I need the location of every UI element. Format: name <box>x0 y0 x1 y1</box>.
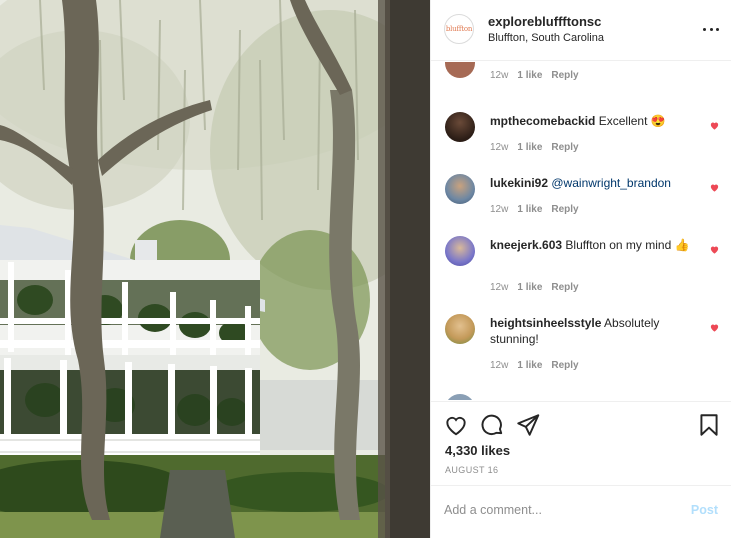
reply-button[interactable]: Reply <box>551 360 578 371</box>
more-options-icon[interactable] <box>703 21 719 37</box>
share-icon[interactable] <box>515 412 541 438</box>
comment-item: heightsinheelsstyle Absolutely stunning!… <box>431 314 731 380</box>
post-date[interactable]: AUGUST 16 <box>445 465 498 475</box>
commenter-username[interactable]: mpthecomebackid <box>490 114 595 128</box>
comment-time[interactable]: 12w <box>490 360 508 371</box>
comment-text: mpthecomebackid Excellent 😍 <box>490 113 702 129</box>
comment-likes[interactable]: 1 like <box>517 70 542 81</box>
reply-button[interactable]: Reply <box>551 282 578 293</box>
comment-likes[interactable]: 1 like <box>517 142 542 153</box>
heart-icon[interactable] <box>443 412 469 438</box>
comment-meta: 12w 1 like Reply <box>490 204 579 215</box>
comment-item: mpthecomebackid Excellent 😍 12w 1 like R… <box>431 112 731 162</box>
bookmark-icon[interactable] <box>696 412 722 438</box>
comment-time[interactable]: 12w <box>490 282 508 293</box>
post-location[interactable]: Bluffton, South Carolina <box>488 32 604 44</box>
comment-meta: 12w 1 like Reply <box>490 282 579 293</box>
like-comment-heart-icon[interactable] <box>709 244 720 255</box>
comment-text: kneejerk.603 Bluffton on my mind 👍 <box>490 237 702 253</box>
comment-composer: Add a comment... Post <box>431 485 731 538</box>
post-header: bluffton explorebluffftonsc Bluffton, So… <box>431 0 731 61</box>
comment-mention-link[interactable]: @wainwright_brandon <box>551 176 671 190</box>
comment-meta: 12w 1 like Reply <box>490 70 579 81</box>
like-comment-heart-icon[interactable] <box>709 120 720 131</box>
commenter-avatar[interactable] <box>445 62 475 78</box>
comments-list[interactable]: 12w 1 like Reply mpthecomebackid Excelle… <box>431 62 731 400</box>
account-avatar[interactable]: bluffton <box>444 14 474 44</box>
comment-text: heightsinheelsstyle Absolutely stunning! <box>490 315 702 347</box>
commenter-avatar[interactable] <box>445 236 475 266</box>
comment-time[interactable]: 12w <box>490 204 508 215</box>
comment-time[interactable]: 12w <box>490 142 508 153</box>
comment-body: Bluffton on my mind 👍 <box>565 238 690 252</box>
comment-item: 12w 1 like Reply <box>431 62 731 94</box>
comment-likes[interactable]: 1 like <box>517 282 542 293</box>
like-comment-heart-icon[interactable] <box>709 182 720 193</box>
reply-button[interactable]: Reply <box>551 70 578 81</box>
photo-scene <box>0 0 430 538</box>
commenter-avatar[interactable] <box>445 174 475 204</box>
account-username[interactable]: explorebluffftonsc <box>488 14 601 29</box>
post-photo[interactable] <box>0 0 430 538</box>
like-count[interactable]: 4,330 likes <box>445 443 510 458</box>
comment-text: lukekini92 @wainwright_brandon <box>490 175 702 191</box>
comment-body: Excellent 😍 <box>598 114 666 128</box>
comment-likes[interactable]: 1 like <box>517 204 542 215</box>
avatar-logo-text: bluffton <box>445 25 473 33</box>
reply-button[interactable]: Reply <box>551 142 578 153</box>
comment-likes[interactable]: 1 like <box>517 360 542 371</box>
comment-meta: 12w 1 like Reply <box>490 360 579 371</box>
post-side-panel: bluffton explorebluffftonsc Bluffton, So… <box>430 0 731 538</box>
commenter-username[interactable]: kneejerk.603 <box>490 238 562 252</box>
comment-meta: 12w 1 like Reply <box>490 142 579 153</box>
commenter-avatar[interactable] <box>445 112 475 142</box>
comment-icon[interactable] <box>479 412 505 438</box>
commenter-username[interactable]: lukekini92 <box>490 176 548 190</box>
reply-button[interactable]: Reply <box>551 204 578 215</box>
comment-input[interactable]: Add a comment... <box>444 503 542 517</box>
commenter-avatar[interactable] <box>445 314 475 344</box>
commenter-username[interactable]: heightsinheelsstyle <box>490 316 601 330</box>
comment-item: kneejerk.603 Bluffton on my mind 👍 12w 1… <box>431 236 731 302</box>
comment-time[interactable]: 12w <box>490 70 508 81</box>
post-actions: 4,330 likes AUGUST 16 <box>431 401 731 485</box>
commenter-avatar[interactable] <box>445 394 475 400</box>
like-comment-heart-icon[interactable] <box>709 322 720 333</box>
comment-item: lukekini92 @wainwright_brandon 12w 1 lik… <box>431 174 731 224</box>
post-comment-button[interactable]: Post <box>691 503 718 517</box>
